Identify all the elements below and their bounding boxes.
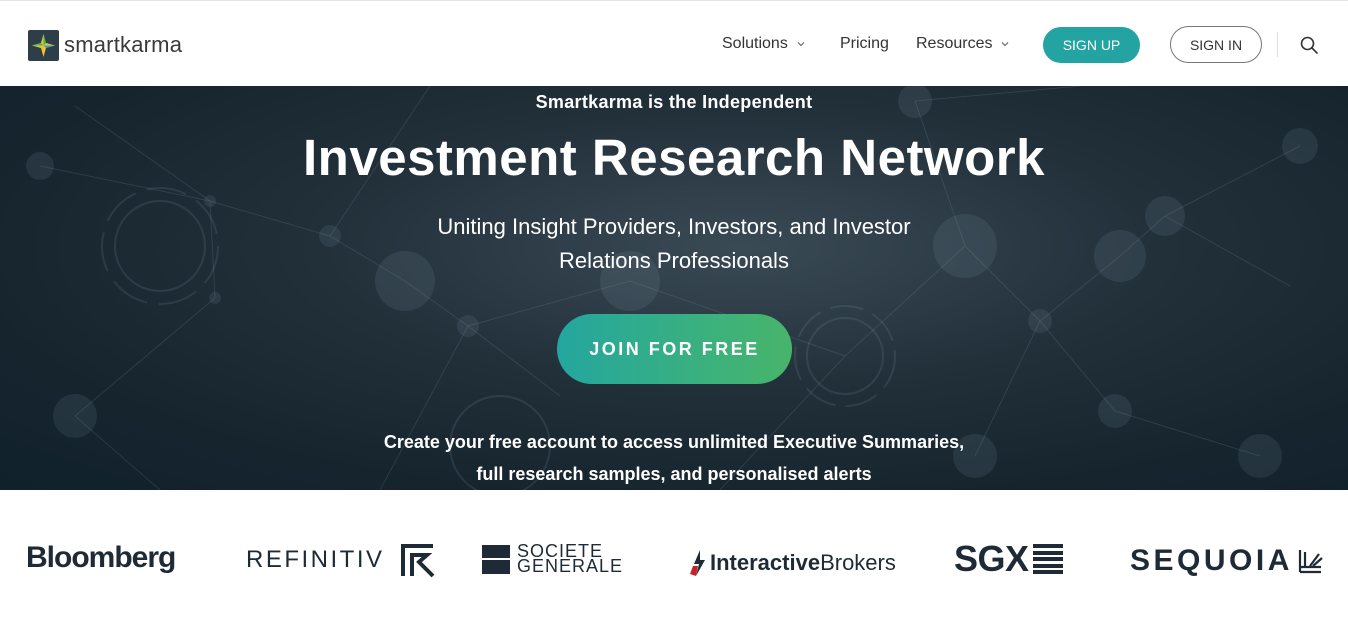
join-for-free-button[interactable]: JOIN FOR FREE (557, 314, 792, 384)
nav-resources[interactable]: Resources (916, 34, 1010, 54)
brand-logo[interactable]: smartkarma (28, 29, 182, 61)
header-divider (1277, 32, 1278, 57)
nav-pricing-label: Pricing (840, 35, 889, 52)
nav-pricing[interactable]: Pricing (840, 34, 889, 54)
partner-logos: Bloomberg REFINITIV SOCIETE GENERALE Int… (0, 490, 1348, 625)
societe-generale-mark-icon (482, 544, 510, 574)
societe-generale-logo: SOCIETE GENERALE (482, 542, 624, 576)
bloomberg-logo: Bloomberg (26, 541, 176, 575)
socgen-line-2: GENERALE (517, 556, 624, 576)
sign-up-button[interactable]: SIGN UP (1043, 27, 1140, 63)
interactive-brokers-logo: Interactive Brokers (690, 550, 896, 576)
chevron-down-icon (797, 42, 805, 47)
ib-text-part1: Interactive (710, 550, 821, 575)
sgx-bars-icon (1032, 544, 1063, 574)
hero-subtitle: Uniting Insight Providers, Investors, an… (437, 214, 911, 273)
nav-solutions-label: Solutions (722, 35, 788, 52)
smartkarma-logo-icon (28, 29, 59, 61)
sequoia-logo: SEQUOIA (1130, 544, 1323, 578)
hero-title: Investment Research Network (303, 129, 1045, 186)
brand-name: smartkarma (64, 32, 183, 57)
search-icon[interactable] (1299, 35, 1319, 55)
chevron-down-icon (1002, 42, 1009, 47)
nav-solutions[interactable]: Solutions (722, 34, 806, 54)
bloomberg-logo-text: Bloomberg (26, 541, 176, 574)
interactive-brokers-mark-icon (690, 550, 705, 576)
sgx-logo: SGX (954, 538, 1063, 580)
hero-cta-note: Create your free account to access unlim… (383, 432, 965, 484)
refinitiv-mark-icon (400, 544, 434, 578)
nav-resources-label: Resources (916, 35, 993, 52)
sequoia-logo-text: SEQUOIA (1130, 544, 1293, 577)
hero-section: Smartkarma is the Independent Investment… (0, 86, 1348, 490)
refinitiv-logo-text: REFINITIV (246, 546, 385, 573)
sgx-logo-text: SGX (954, 538, 1029, 579)
sequoia-leaf-icon (1298, 550, 1323, 574)
refinitiv-logo: REFINITIV (246, 542, 437, 578)
site-header: smartkarma Solutions Pricing Resources S… (0, 0, 1348, 86)
sign-in-button[interactable]: SIGN IN (1170, 26, 1262, 63)
ib-text-part2: Brokers (820, 550, 896, 575)
hero-eyebrow: Smartkarma is the Independent (535, 92, 813, 112)
